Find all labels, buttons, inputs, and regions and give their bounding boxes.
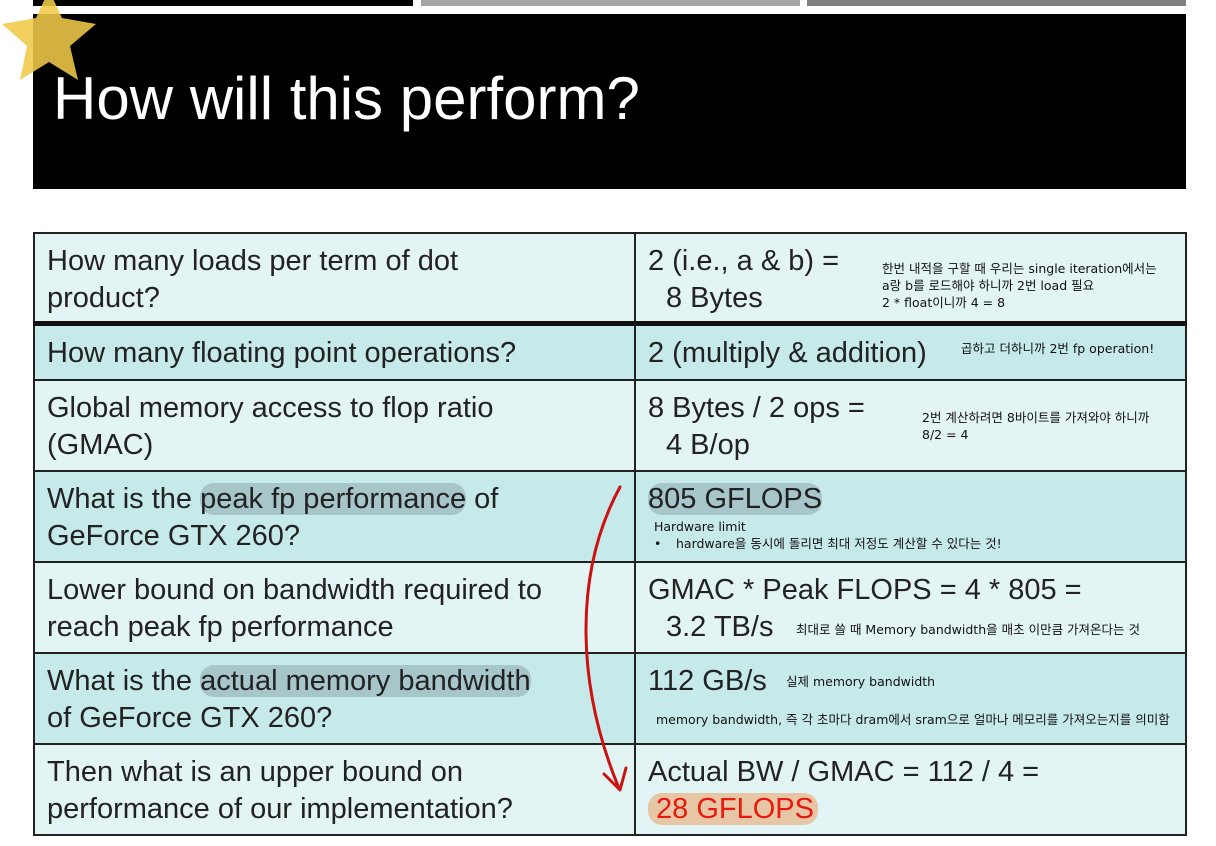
note-line: 한번 내적을 구할 때 우리는 single iteration에서는 (882, 261, 1157, 276)
question-text: What is the peak fp performance of (47, 481, 622, 518)
note-line: 곱하고 더하니까 2번 fp operation! (961, 341, 1155, 356)
note-line: 2 * float이니까 4 = 8 (882, 295, 1006, 310)
section-bar-2 (421, 0, 800, 6)
answer-text: Actual BW / GMAC = 112 / 4 = (648, 756, 1040, 788)
question-text: product? (47, 282, 160, 314)
handwritten-note: 곱하고 더하니까 2번 fp operation! (961, 340, 1154, 357)
handwritten-note: 2번 계산하려면 8바이트를 가져와야 하니까 8/2 = 4 (922, 409, 1149, 443)
handwritten-note: memory bandwidth, 즉 각 초마다 dram에서 sram으로 … (656, 711, 1170, 728)
handwritten-note: Hardware limit • hardware을 동시에 돌리면 최대 저정도… (654, 518, 1002, 552)
question-cell: What is the actual memory bandwidth of G… (33, 652, 636, 745)
question-cell: Lower bound on bandwidth required to rea… (33, 561, 636, 654)
question-cell: What is the peak fp performance of GeFor… (33, 470, 636, 563)
table-row: How many floating point operations? 2 (m… (33, 322, 1187, 381)
highlighted-value: 805 GFLOPS (648, 483, 823, 515)
star-icon (2, 0, 96, 80)
note-line: 실제 memory bandwidth (786, 674, 936, 689)
answer-text: GMAC * Peak FLOPS = 4 * 805 = (648, 574, 1082, 606)
note-line: 최대로 쓸 때 Memory bandwidth을 매초 이만큼 가져온다는 것 (796, 622, 1141, 637)
question-cell: How many floating point operations? (33, 322, 636, 381)
table-row: What is the actual memory bandwidth of G… (33, 652, 1187, 745)
question-text: of GeForce GTX 260? (47, 702, 333, 734)
answer-text: 805 GFLOPS (648, 481, 1173, 518)
handwritten-note: 한번 내적을 구할 때 우리는 single iteration에서는 a랑 b… (882, 260, 1157, 311)
highlighted-phrase: peak fp performance (200, 483, 467, 515)
answer-cell: 2 (multiply & addition) 곱하고 더하니까 2번 fp o… (634, 322, 1187, 381)
table-row: Global memory access to flop ratio (GMAC… (33, 379, 1187, 472)
question-text: (GMAC) (47, 429, 154, 461)
question-cell: How many loads per term of dot product? (33, 232, 636, 326)
table-row: What is the peak fp performance of GeFor… (33, 470, 1187, 563)
note-line: 8/2 = 4 (922, 427, 969, 442)
question-text: Global memory access to flop ratio (47, 392, 494, 424)
question-cell: Then what is an upper bound on performan… (33, 743, 636, 836)
answer-text: 28 GFLOPS (648, 791, 1173, 828)
note-line: • hardware을 동시에 돌리면 최대 저정도 계산할 수 있다는 것! (654, 536, 1002, 551)
note-line: a랑 b를 로드해야 하니까 2번 load 필요 (882, 278, 1095, 293)
question-part: What is the (47, 665, 201, 697)
question-part: of (466, 483, 499, 515)
question-text: Then what is an upper bound on (47, 756, 463, 788)
table-row: Then what is an upper bound on performan… (33, 743, 1187, 836)
answer-cell: 8 Bytes / 2 ops = 4 B/op 2번 계산하려면 8바이트를 … (634, 379, 1187, 472)
answer-cell: GMAC * Peak FLOPS = 4 * 805 = 3.2 TB/s 최… (634, 561, 1187, 654)
note-line: Hardware limit (654, 519, 746, 534)
question-text: How many loads per term of dot (47, 245, 459, 277)
handwritten-note: 최대로 쓸 때 Memory bandwidth을 매초 이만큼 가져온다는 것 (796, 621, 1140, 638)
question-text: How many floating point operations? (47, 337, 517, 369)
note-line: 2번 계산하려면 8바이트를 가져와야 하니까 (922, 410, 1150, 425)
answer-cell: 2 (i.e., a & b) = 8 Bytes 한번 내적을 구할 때 우리… (634, 232, 1187, 326)
note-bullet-text: hardware을 동시에 돌리면 최대 저정도 계산할 수 있다는 것! (676, 536, 1002, 551)
note-line: memory bandwidth, 즉 각 초마다 dram에서 sram으로 … (656, 712, 1170, 727)
answer-cell: 112 GB/s 실제 memory bandwidth memory band… (634, 652, 1187, 745)
question-text: What is the actual memory bandwidth (47, 663, 622, 700)
qa-table: How many loads per term of dot product? … (33, 232, 1187, 836)
table-row: How many loads per term of dot product? … (33, 232, 1187, 326)
answer-cell: Actual BW / GMAC = 112 / 4 = 28 GFLOPS (634, 743, 1187, 836)
question-text: performance of our implementation? (47, 793, 513, 825)
result-value: 28 GFLOPS (648, 793, 818, 825)
question-cell: Global memory access to flop ratio (GMAC… (33, 379, 636, 472)
question-text: reach peak fp performance (47, 611, 394, 643)
question-part: What is the (47, 483, 201, 515)
highlighted-phrase: actual memory bandwidth (200, 665, 531, 697)
slide-title: How will this perform? (53, 65, 640, 132)
section-bar-3 (807, 0, 1186, 6)
title-banner: How will this perform? (33, 14, 1186, 189)
question-text: Lower bound on bandwidth required to (47, 574, 542, 606)
question-text: GeForce GTX 260? (47, 520, 301, 552)
handwritten-note: 실제 memory bandwidth (786, 673, 935, 690)
table-row: Lower bound on bandwidth required to rea… (33, 561, 1187, 654)
answer-cell: 805 GFLOPS Hardware limit • hardware을 동시에… (634, 470, 1187, 563)
